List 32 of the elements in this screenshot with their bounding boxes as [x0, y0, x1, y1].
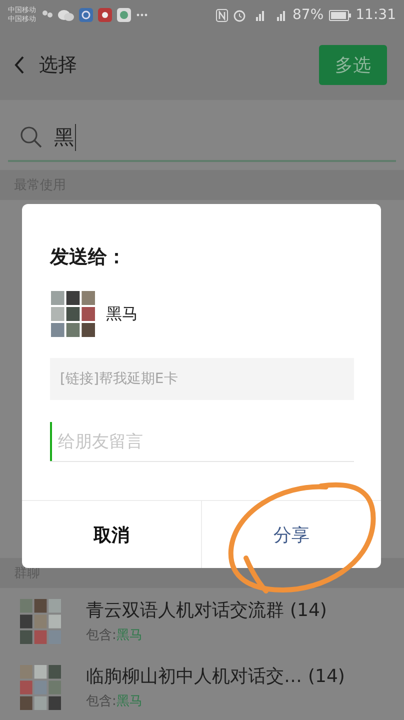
cancel-button[interactable]: 取消	[22, 501, 201, 568]
multi-select-button[interactable]: 多选	[319, 45, 387, 85]
member-count: (14)	[290, 600, 327, 621]
app-icon	[98, 8, 112, 22]
recipient-name: 黑马	[106, 304, 138, 324]
nfc-icon	[216, 8, 228, 22]
group-row[interactable]: 临朐柳山初中人机对话交… (14) 包含:黑马	[0, 654, 404, 720]
message-field[interactable]: 给朋友留言	[50, 422, 354, 462]
page-title: 选择	[39, 53, 77, 78]
dialog-title: 发送给：	[50, 245, 126, 270]
battery-icon	[328, 10, 351, 20]
matched-name: 黑马	[116, 627, 142, 644]
search-icon	[20, 126, 42, 148]
link-preview: [链接]帮我延期E卡	[50, 358, 354, 400]
app-icon	[117, 8, 131, 22]
chat-icon	[58, 8, 74, 22]
back-icon[interactable]	[14, 56, 25, 74]
clock-time: 11:31	[356, 7, 396, 23]
more-icon	[136, 13, 148, 17]
search-field[interactable]: 黑	[8, 114, 396, 162]
member-count: (14)	[308, 666, 345, 687]
app-icon	[79, 8, 93, 22]
share-button[interactable]: 分享	[201, 501, 381, 568]
group-row[interactable]: 青云双语人机对话交流群 (14) 包含:黑马	[0, 588, 404, 654]
match-label: 包含:	[86, 693, 116, 710]
group-name: 临朐柳山初中人机对话交…	[86, 665, 302, 688]
group-name: 青云双语人机对话交流群	[86, 599, 284, 622]
search-text: 黑	[54, 124, 76, 150]
alarm-icon	[232, 8, 246, 22]
battery-percent: 87%	[292, 7, 324, 23]
match-label: 包含:	[86, 627, 116, 644]
matched-name: 黑马	[116, 693, 142, 710]
